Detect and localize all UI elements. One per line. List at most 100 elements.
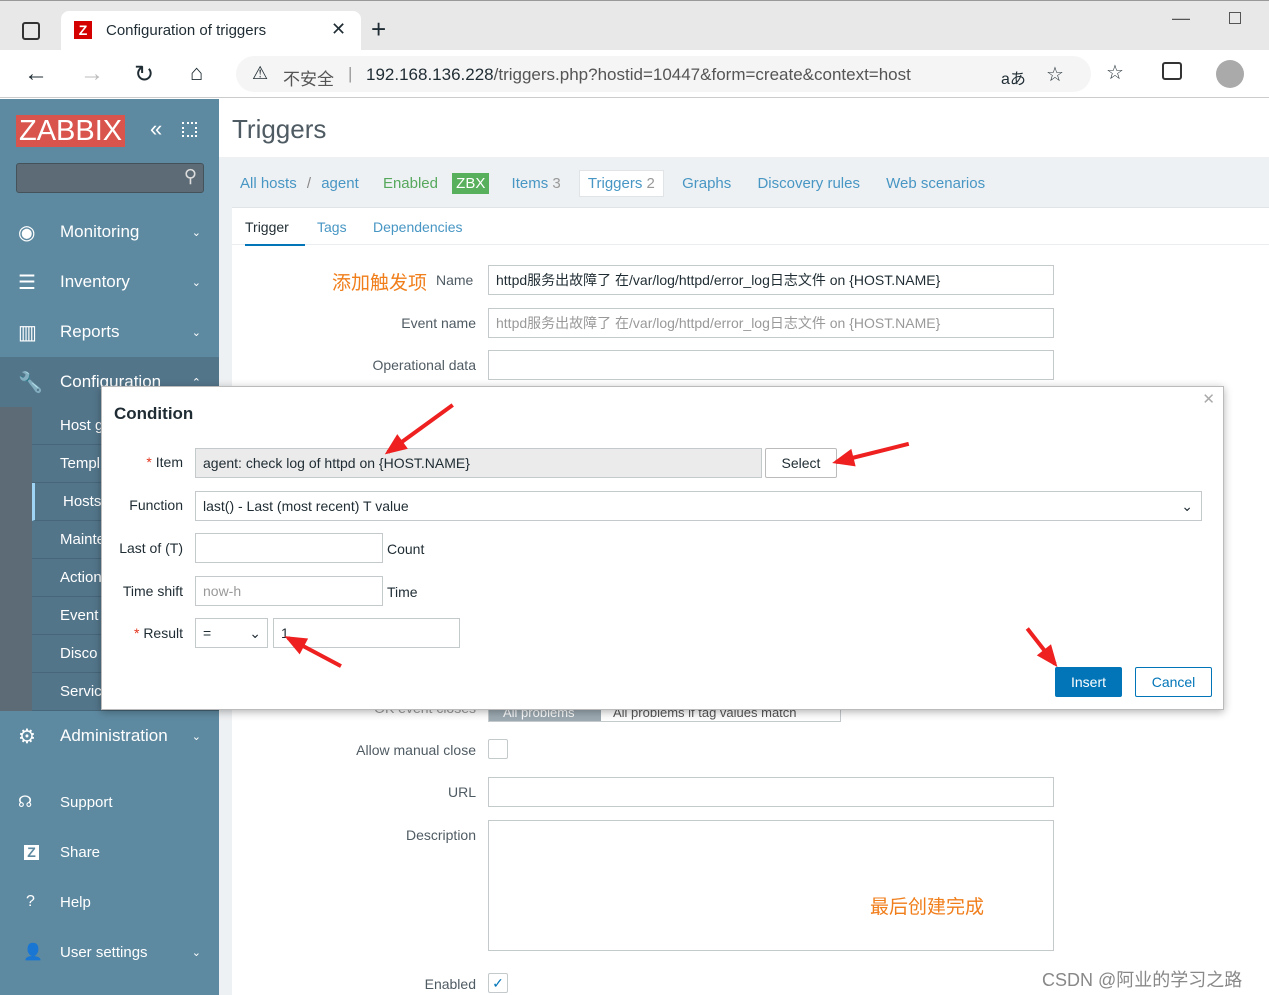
menu-support[interactable]: ☊ Support [0, 777, 219, 827]
discovery-rules-link[interactable]: Discovery rules [757, 175, 860, 192]
operational-data-input[interactable] [488, 350, 1054, 380]
profile-avatar[interactable] [1216, 60, 1244, 88]
form-tabs: Trigger Tags Dependencies [232, 207, 1269, 246]
name-input[interactable]: httpd服务出故障了 在/var/log/httpd/error_log日志文… [488, 265, 1054, 295]
eye-icon: ◉ [18, 221, 36, 244]
time-shift-input[interactable]: now-h [195, 576, 383, 606]
read-aloud-icon[interactable]: aあ [1001, 65, 1026, 89]
menu-user-settings[interactable]: 👤 User settings ⌄ [0, 927, 219, 977]
user-icon: 👤 [23, 944, 43, 961]
enabled-checkbox[interactable]: ✓ [488, 973, 508, 993]
time-shift-label: Time shift [122, 583, 183, 599]
collapse-sidebar-icon[interactable]: « [150, 116, 162, 142]
kiosk-mode-icon[interactable] [182, 122, 197, 137]
list-icon: ☰ [18, 271, 36, 294]
event-name-input[interactable]: httpd服务出故障了 在/var/log/httpd/error_log日志文… [488, 308, 1054, 338]
forward-icon[interactable]: → [80, 60, 104, 88]
last-of-input[interactable] [195, 533, 383, 563]
gear-icon: ⚙ [18, 725, 36, 748]
last-of-label: Last of (T) [119, 540, 183, 556]
headset-icon: ☊ [18, 794, 33, 811]
menu-label: Administration [60, 726, 168, 745]
menu-administration[interactable]: ⚙ Administration ⌄ [0, 711, 219, 761]
menu-label: Help [60, 893, 91, 911]
status-enabled[interactable]: Enabled [383, 175, 438, 192]
page-header [219, 99, 1269, 157]
event-name-label: Event name [401, 315, 476, 331]
dialog-title: Condition [114, 404, 194, 423]
menu-reports[interactable]: ▥ Reports ⌄ [0, 307, 219, 357]
description-label: Description [405, 827, 476, 843]
menu-help[interactable]: ? Help [0, 877, 219, 927]
warning-icon: ⚠ [252, 63, 269, 83]
annotation-add-trigger: 添加触发项 [332, 273, 428, 294]
add-favorite-icon[interactable]: ☆ [1046, 62, 1064, 87]
insecure-label: 不安全 [283, 70, 334, 89]
maximize-icon[interactable] [1229, 12, 1241, 24]
count-label: Count [387, 541, 425, 557]
url-label: URL [447, 784, 476, 800]
zbx-badge: ZBX [452, 173, 490, 194]
chevron-down-icon: ⌄ [249, 625, 261, 641]
result-operator-select[interactable]: = ⌄ [195, 618, 268, 648]
item-input: agent: check log of httpd on {HOST.NAME} [195, 448, 762, 478]
result-label: * Result [133, 625, 183, 641]
close-tab-icon[interactable]: ✕ [331, 19, 346, 40]
watermark: CSDN @阿业的学习之路 [1042, 970, 1243, 990]
wrench-icon: 🔧 [18, 371, 43, 394]
menu-monitoring[interactable]: ◉ Monitoring ⌄ [0, 207, 219, 257]
search-icon: ⚲ [183, 166, 197, 186]
annotation-done: 最后创建完成 [870, 897, 985, 918]
function-select[interactable]: last() - Last (most recent) T value ⌄ [195, 491, 1202, 521]
chevron-down-icon: ⌄ [191, 730, 201, 743]
zabbix-logo[interactable]: ZABBIX [16, 115, 126, 147]
triggers-link[interactable]: Triggers 2 [578, 170, 664, 197]
web-scenarios-link[interactable]: Web scenarios [886, 175, 985, 192]
tab-title: Configuration of triggers [106, 22, 267, 39]
home-icon[interactable]: ⌂ [190, 60, 203, 86]
menu-label: User settings [60, 943, 148, 961]
url-text: 192.168.136.228/triggers.php?hostid=1044… [366, 65, 911, 84]
menu-inventory[interactable]: ☰ Inventory ⌄ [0, 257, 219, 307]
browser-tab[interactable]: Z Configuration of triggers ✕ [61, 11, 361, 50]
submenu-gutter [0, 407, 32, 711]
favorites-icon[interactable]: ☆ [1106, 60, 1124, 85]
items-link[interactable]: Items 3 [512, 175, 561, 192]
close-icon[interactable]: ✕ [1202, 390, 1215, 408]
select-item-button[interactable]: Select [765, 448, 837, 478]
chevron-down-icon: ⌄ [191, 226, 201, 239]
menu-label: Inventory [60, 272, 130, 291]
enabled-label: Enabled [424, 976, 476, 992]
function-label: Function [129, 497, 183, 513]
new-tab-icon[interactable]: + [371, 14, 386, 45]
cancel-button[interactable]: Cancel [1135, 667, 1212, 697]
breadcrumb-separator: / [306, 175, 312, 192]
chevron-down-icon: ⌄ [191, 946, 201, 959]
all-hosts-link[interactable]: All hosts [240, 175, 297, 192]
chevron-down-icon: ⌄ [191, 326, 201, 339]
allow-manual-close-checkbox[interactable] [488, 739, 508, 759]
favicon-icon: Z [74, 21, 92, 39]
back-icon[interactable]: ← [24, 60, 48, 88]
url-field[interactable]: ⚠ 不安全 | 192.168.136.228/triggers.php?hos… [236, 56, 1091, 92]
url-input[interactable] [488, 777, 1054, 807]
tab-actions-icon[interactable] [22, 22, 40, 40]
host-link[interactable]: agent [321, 175, 359, 192]
menu-label: Reports [60, 322, 120, 341]
tab-tags[interactable]: Tags [317, 219, 347, 235]
menu-label: Share [60, 843, 101, 861]
operational-data-label: Operational data [372, 357, 476, 373]
collections-icon[interactable] [1162, 62, 1182, 80]
graphs-link[interactable]: Graphs [682, 175, 731, 192]
tab-dependencies[interactable]: Dependencies [373, 219, 463, 235]
name-label: Name [436, 272, 474, 288]
insert-button[interactable]: Insert [1055, 667, 1122, 697]
sidebar-search-input[interactable]: ⚲ [16, 163, 204, 193]
item-label: * Item [146, 454, 183, 470]
separator: | [348, 64, 353, 83]
description-textarea[interactable] [488, 820, 1054, 951]
minimize-icon[interactable]: — [1172, 8, 1190, 29]
reload-icon[interactable]: ↻ [134, 60, 154, 89]
tab-trigger[interactable]: Trigger [245, 219, 305, 246]
menu-share[interactable]: Z Share [0, 827, 219, 877]
